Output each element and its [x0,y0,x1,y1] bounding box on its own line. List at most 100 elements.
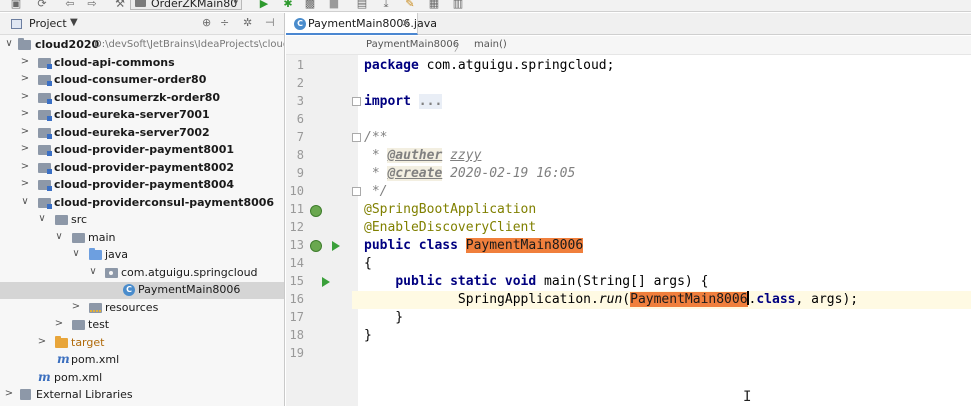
expand-arrow-icon[interactable]: > [20,178,30,189]
line-number: 15 [289,274,304,288]
code-area[interactable]: package com.atguigu.springcloud; import … [352,55,971,406]
tab-paymentmain8006[interactable]: C PaymentMain8006.java × [286,13,437,35]
tree-row-test[interactable]: > test [0,317,284,334]
module-folder-icon [38,127,52,139]
chevron-down-icon: ▾ [233,0,238,8]
run-icon[interactable]: ▶ [258,0,270,10]
tree-row-module[interactable]: > cloud-consumerzk-order80 [0,90,284,107]
expand-arrow-icon[interactable]: > [54,318,64,329]
tree-row-class-selected[interactable]: C PaymentMain8006 [0,282,284,299]
tree-item-label: com.atguigu.springcloud [121,265,258,279]
expand-arrow-icon[interactable]: > [4,388,14,399]
code-line: @EnableDiscoveryClient [364,220,537,235]
project-structure-icon[interactable]: ▦ [428,0,440,10]
tree-row-resources[interactable]: > resources [0,300,284,317]
tree-row-main[interactable]: ∨ main [0,230,284,247]
project-path: D:\devSoft\JetBrains\IdeaProjects\cloud [94,39,285,50]
expand-arrow-icon[interactable]: > [37,336,47,347]
tree-row-module[interactable]: > cloud-api-commons [0,55,284,72]
package-icon [105,267,118,278]
expand-arrow-icon[interactable]: > [20,56,30,67]
expand-arrow-icon[interactable]: ∨ [54,231,64,242]
sync-icon[interactable]: ⟳ [36,0,48,10]
tree-row-module[interactable]: > cloud-eureka-server7001 [0,107,284,124]
back-icon[interactable]: ⇦ [64,0,76,10]
collapse-icon[interactable]: ÷ [220,16,229,29]
expand-arrow-icon[interactable]: > [20,143,30,154]
tree-row-module[interactable]: > cloud-provider-payment8004 [0,177,284,194]
close-icon[interactable]: × [401,16,410,29]
save-icon[interactable]: ▣ [10,0,22,10]
expand-arrow-icon[interactable]: ∨ [4,38,14,49]
line-number: 7 [296,130,304,144]
view-dropdown-icon[interactable]: ▼ [70,17,78,28]
project-panel-title[interactable]: Project [29,17,67,30]
java-class-icon: C [294,18,306,30]
structure-icon[interactable]: ▤ [356,0,368,10]
expand-arrow-icon[interactable]: > [20,108,30,119]
tree-row-target[interactable]: > target [0,335,284,352]
hide-panel-icon[interactable]: ⊣ [265,16,275,29]
module-folder-icon [38,110,52,121]
line-number: 14 [289,256,304,270]
stop-icon[interactable]: ■ [328,0,340,10]
folded-imports[interactable]: ... [418,94,443,109]
settings-gear-icon[interactable]: ✲ [243,16,252,29]
tree-row-module[interactable]: > cloud-eureka-server7002 [0,125,284,142]
tree-row-package[interactable]: ∨ com.atguigu.springcloud [0,265,284,282]
tree-row-module[interactable]: > cloud-consumer-order80 [0,72,284,89]
tree-row-pom[interactable]: m pom.xml [0,352,284,369]
code-line: package com.atguigu.springcloud; [364,57,614,75]
tree-row-src[interactable]: ∨ src [0,212,284,229]
layout-icon[interactable]: ▥ [452,0,464,10]
debug-icon[interactable]: ✱ [282,0,294,10]
locate-icon[interactable]: ⊕ [202,16,211,29]
breadcrumb-separator: 〉 [454,43,464,54]
expand-arrow-icon[interactable]: > [20,91,30,102]
excluded-folder-icon [55,335,68,348]
build-icon[interactable]: ⚒ [114,0,126,10]
tree-item-label: cloud-eureka-server7002 [54,125,210,139]
line-number: 8 [296,148,304,162]
breadcrumb-method[interactable]: main() [474,39,507,50]
expand-arrow-icon[interactable]: > [20,73,30,84]
code-text: com.atguigu.springcloud; [418,58,615,73]
code-line: * @auther zzyy [364,147,481,165]
javadoc-value: zzyy [450,148,482,163]
tree-row-pom[interactable]: m pom.xml [0,370,284,387]
keyword: package [364,58,419,73]
keyword: public class [364,238,458,253]
wrench-icon[interactable]: ✎ [404,0,416,10]
expand-arrow-icon[interactable]: > [20,126,30,137]
run-configuration-select[interactable]: OrderZKMain80 ▾ [130,0,242,10]
tree-row-cloud2020[interactable]: ∨ cloud2020 D:\devSoft\JetBrains\IdeaPro… [0,37,285,54]
breadcrumb-class[interactable]: PaymentMain8006 [366,39,459,50]
tree-row-module[interactable]: ∨ cloud-providerconsul-payment8006 [0,195,284,212]
forward-icon[interactable]: ⇨ [86,0,98,10]
expand-arrow-icon[interactable]: ∨ [71,248,81,259]
download-icon[interactable]: ⤓ [380,0,392,10]
run-gutter-icon[interactable] [332,241,340,251]
tree-item-label: cloud-api-commons [54,55,175,69]
tree-item-label: cloud-provider-payment8002 [54,160,234,174]
tree-row-module[interactable]: > cloud-provider-payment8001 [0,142,284,159]
highlighted-identifier: PaymentMain8006 [465,238,584,253]
code-line: /** [364,130,388,145]
tree-row-external-libraries[interactable]: > External Libraries [0,387,284,404]
coverage-icon[interactable]: ▩ [304,0,316,10]
static-method-call: run [598,292,623,307]
breadcrumb: PaymentMain8006 〉 main() [286,36,971,55]
expand-arrow-icon[interactable]: > [71,301,81,312]
tree-row-java[interactable]: ∨ java [0,247,284,264]
expand-arrow-icon[interactable]: > [20,161,30,172]
run-gutter-icon[interactable] [322,277,330,287]
expand-arrow-icon[interactable]: ∨ [20,196,30,207]
expand-arrow-icon[interactable]: ∨ [37,213,47,224]
spring-bean-icon[interactable] [310,240,322,252]
code-text: , args); [795,292,859,307]
tree-item-label: pom.xml [54,370,103,384]
expand-arrow-icon[interactable]: ∨ [88,266,98,277]
spring-bean-icon[interactable] [310,205,322,217]
tree-row-module[interactable]: > cloud-provider-payment8002 [0,160,284,177]
code-line: public class PaymentMain8006 [364,237,584,255]
